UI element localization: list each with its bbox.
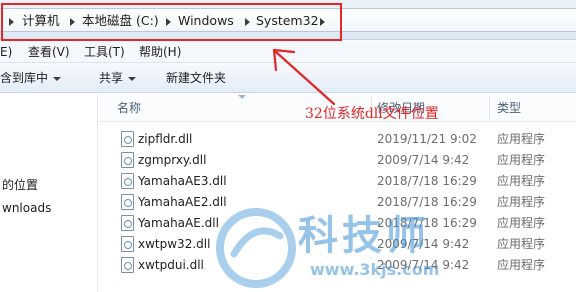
file-row[interactable]: zipfldr.dll 2019/11/21 9:02 应用程序 bbox=[99, 129, 576, 150]
file-date: 2019/11/21 9:02 bbox=[377, 132, 477, 146]
dll-file-icon bbox=[121, 194, 134, 210]
file-type: 应用程序 bbox=[497, 153, 546, 167]
red-arrow-icon bbox=[272, 48, 336, 106]
menu-help[interactable]: 帮助(H) bbox=[139, 45, 181, 59]
dll-file-icon bbox=[121, 152, 134, 168]
address-bar-area: 计算机 本地磁盘 (C:) Windows System32 bbox=[0, 0, 576, 41]
new-folder-button[interactable]: 新建文件夹 bbox=[166, 71, 226, 85]
include-in-library-label: 含到库中 bbox=[0, 71, 49, 85]
file-name: YamahaAE.dll bbox=[138, 216, 219, 230]
chevron-down-icon bbox=[128, 76, 137, 81]
column-header-type[interactable]: 类型 bbox=[497, 101, 521, 115]
file-type: 应用程序 bbox=[497, 132, 546, 146]
dll-file-icon bbox=[121, 173, 134, 189]
file-name: YamahaAE3.dll bbox=[138, 174, 227, 188]
chevron-down-icon bbox=[53, 76, 62, 81]
sort-indicator-icon bbox=[238, 95, 246, 99]
file-name: zgmprxy.dll bbox=[138, 153, 207, 167]
file-name: zipfldr.dll bbox=[138, 132, 193, 146]
dll-file-icon bbox=[121, 257, 134, 273]
watermark-url: www.3kjs.com bbox=[310, 260, 440, 279]
annotation-label: 32位系统dll文件位置 bbox=[305, 106, 439, 122]
file-row[interactable]: zgmprxy.dll 2009/7/14 9:42 应用程序 bbox=[99, 150, 576, 171]
navigation-pane: 的位置 wnloads bbox=[0, 94, 98, 292]
watermark-brand: 科技师 bbox=[298, 213, 430, 259]
dll-file-icon bbox=[121, 236, 134, 252]
file-name: xwtpw32.dll bbox=[138, 237, 211, 251]
menu-edit[interactable]: E) bbox=[0, 45, 12, 59]
dll-file-icon bbox=[121, 131, 134, 147]
nav-item-recent-places[interactable]: 的位置 bbox=[2, 177, 38, 193]
file-date: 2018/7/18 16:29 bbox=[377, 174, 477, 188]
file-type: 应用程序 bbox=[497, 174, 546, 188]
share-button[interactable]: 共享 bbox=[99, 71, 137, 85]
watermark: 科技师 www.3kjs.com bbox=[214, 206, 576, 292]
file-date: 2009/7/14 9:42 bbox=[377, 153, 470, 167]
file-name: xwtpdui.dll bbox=[138, 258, 204, 272]
dll-file-icon bbox=[121, 215, 134, 231]
include-in-library-button[interactable]: 含到库中 bbox=[0, 71, 62, 85]
red-highlight-box bbox=[1, 3, 342, 41]
menu-view[interactable]: 查看(V) bbox=[28, 45, 70, 59]
watermark-logo-icon bbox=[216, 208, 296, 288]
file-row[interactable]: YamahaAE3.dll 2018/7/18 16:29 应用程序 bbox=[99, 171, 576, 192]
nav-item-downloads[interactable]: wnloads bbox=[2, 200, 51, 216]
menu-tools[interactable]: 工具(T) bbox=[84, 45, 125, 59]
column-divider[interactable] bbox=[489, 96, 490, 120]
column-header-name[interactable]: 名称 bbox=[117, 101, 141, 115]
share-label: 共享 bbox=[99, 71, 124, 85]
